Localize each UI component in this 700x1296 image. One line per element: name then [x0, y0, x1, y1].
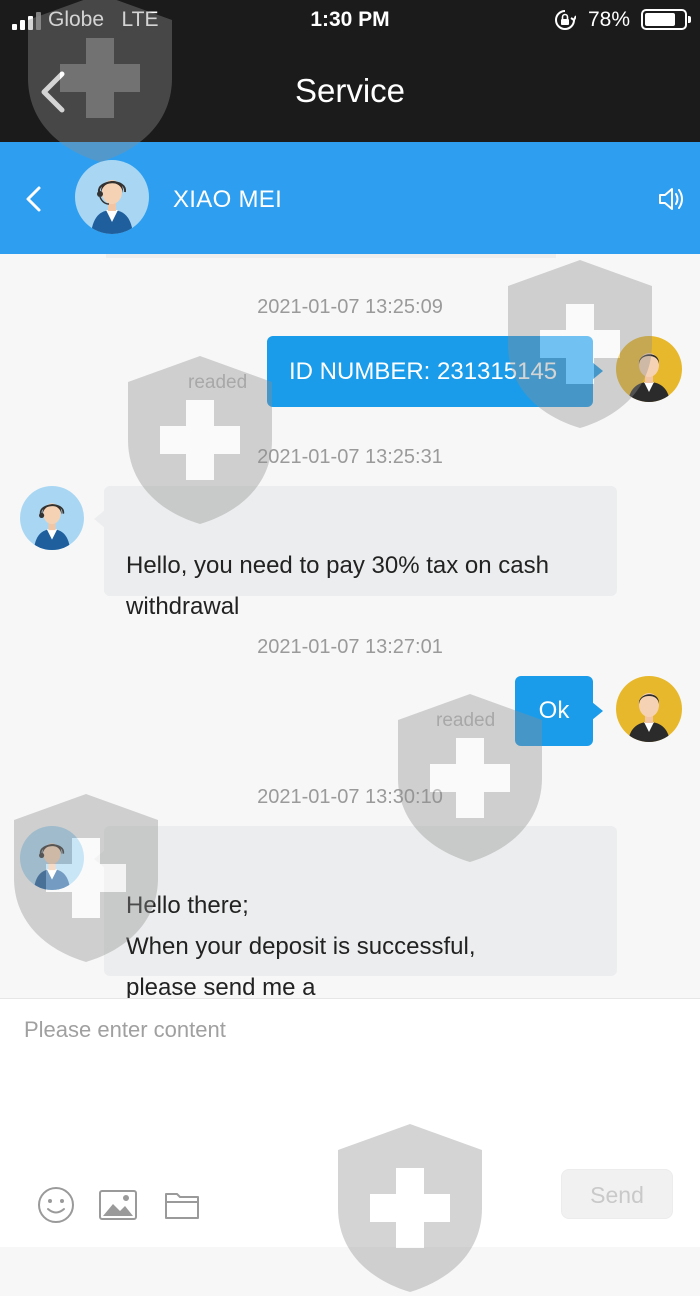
user-avatar: [616, 676, 682, 742]
battery-icon: [641, 9, 691, 30]
emoji-icon[interactable]: [36, 1185, 76, 1225]
outgoing-message-bubble[interactable]: ID NUMBER: 231315145: [267, 336, 603, 407]
composer: Send: [0, 998, 700, 1247]
page-title: Service: [294, 72, 406, 109]
speaker-icon[interactable]: [656, 184, 686, 214]
status-bar: Globe LTE 1:30 PM 78%: [0, 0, 700, 40]
message-timestamp: 2021-01-07 13:25:09: [257, 296, 443, 318]
message-timestamp: 2021-01-07 13:30:10: [257, 786, 443, 808]
agent-avatar: [20, 826, 84, 890]
message-list[interactable]: 2021-01-07 13:25:09 readed ID NUMBER: 23…: [0, 254, 700, 1001]
message-text: ID NUMBER: 231315145: [289, 358, 558, 385]
send-button[interactable]: Send: [561, 1169, 673, 1219]
message-timestamp: 2021-01-07 13:27:01: [257, 636, 443, 658]
message-timestamp: 2021-01-07 13:25:31: [257, 446, 443, 468]
image-icon[interactable]: [98, 1185, 138, 1225]
rotation-lock-icon: [555, 10, 576, 30]
battery-percentage: 78%: [588, 8, 631, 31]
chat-header: XIAO MEI: [0, 142, 700, 254]
read-receipt: readed: [188, 372, 248, 393]
read-receipt: readed: [436, 710, 496, 731]
message-input[interactable]: [22, 1015, 676, 1159]
agent-avatar: [20, 486, 84, 550]
divider: [106, 254, 556, 258]
outgoing-message-bubble[interactable]: Ok: [515, 676, 603, 746]
navigation-bar: Service: [0, 40, 700, 142]
chat-back-icon[interactable]: [22, 182, 44, 216]
agent-avatar: [75, 160, 149, 234]
message-text: Hello there; When your deposit is succes…: [126, 892, 476, 1001]
message-text: Ok: [538, 697, 570, 724]
incoming-message-bubble[interactable]: Hello, you need to pay 30% tax on cash w…: [94, 486, 617, 620]
incoming-message-bubble[interactable]: Hello there; When your deposit is succes…: [94, 826, 617, 1001]
agent-name: XIAO MEI: [173, 186, 283, 213]
folder-icon[interactable]: [162, 1185, 202, 1225]
message-text: Hello, you need to pay 30% tax on cash w…: [126, 552, 549, 620]
user-avatar: [616, 336, 682, 402]
